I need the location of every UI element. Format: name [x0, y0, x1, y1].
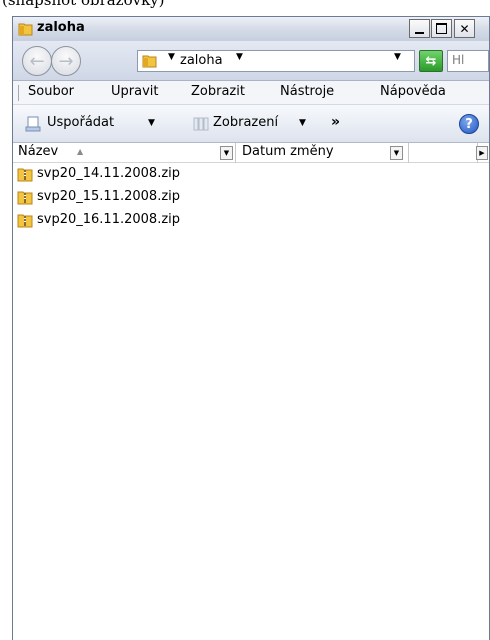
- organize-icon: [25, 116, 41, 132]
- menu-zobrazit[interactable]: Zobrazit: [191, 84, 245, 99]
- column-date-label: Datum změny: [242, 144, 334, 159]
- chevron-down-icon[interactable]: ▼: [299, 118, 306, 128]
- command-bar: Uspořádat ▼ Zobrazení ▼ » ?: [13, 105, 489, 143]
- forward-button[interactable]: →: [51, 46, 81, 76]
- explorer-window: zaloha ✕ ← → ▼ zaloha ▼ ▼ ⇆ Hl Soubor Up…: [12, 16, 490, 640]
- column-date[interactable]: Datum změny ▼: [237, 143, 409, 163]
- column-header: Název ▲ ▼ Datum změny ▼ ▶: [13, 143, 489, 163]
- file-name: svp20_14.11.2008.zip: [37, 166, 181, 181]
- refresh-button[interactable]: ⇆: [419, 50, 443, 72]
- views-icon: [193, 117, 209, 131]
- views-button[interactable]: Zobrazení: [213, 115, 278, 130]
- menu-bar: Soubor Upravit Zobrazit Nástroje Nápověd…: [13, 81, 489, 105]
- search-input[interactable]: Hl: [447, 50, 489, 72]
- organize-button[interactable]: Uspořádat: [47, 115, 114, 130]
- column-name[interactable]: Název ▲ ▼: [13, 143, 236, 163]
- column-filter-icon[interactable]: ▼: [220, 146, 233, 160]
- help-icon[interactable]: ?: [459, 114, 479, 134]
- file-list: svp20_14.11.2008.zip svp20_15.11.2008.zi…: [13, 163, 489, 640]
- column-next[interactable]: [410, 143, 478, 163]
- arrow-right-icon: →: [58, 50, 74, 72]
- help-label: ?: [465, 116, 473, 132]
- file-name: svp20_15.11.2008.zip: [37, 189, 181, 204]
- sort-ascending-icon: ▲: [77, 147, 84, 156]
- back-button[interactable]: ←: [22, 46, 52, 76]
- search-placeholder: Hl: [452, 53, 465, 67]
- column-name-label: Název: [18, 144, 59, 159]
- close-button[interactable]: ✕: [454, 19, 475, 38]
- menu-nastroje[interactable]: Nástroje: [280, 84, 334, 99]
- zip-folder-icon: [17, 168, 33, 182]
- address-dropdown-icon[interactable]: ▼: [394, 52, 401, 62]
- menu-napoveda[interactable]: Nápověda: [380, 84, 446, 99]
- zip-folder-icon: [17, 191, 33, 205]
- breadcrumb-item[interactable]: zaloha: [180, 53, 223, 68]
- folder-icon: [18, 23, 33, 36]
- window-title: zaloha: [37, 20, 85, 35]
- arrow-left-icon: ←: [29, 50, 45, 72]
- breadcrumb-chevron-icon[interactable]: ▼: [236, 52, 243, 62]
- title-bar[interactable]: zaloha ✕: [13, 17, 489, 41]
- menu-soubor[interactable]: Soubor: [28, 84, 74, 99]
- column-filter-icon[interactable]: ▼: [390, 146, 403, 160]
- caption-strip: (snapshot obrazovky): [0, 0, 490, 16]
- more-button[interactable]: »: [331, 114, 340, 130]
- menu-grip: [18, 85, 20, 101]
- address-input[interactable]: ▼ zaloha ▼ ▼: [137, 50, 415, 72]
- caption-text: (snapshot obrazovky): [2, 0, 165, 9]
- scroll-right-icon[interactable]: ▶: [476, 146, 488, 160]
- chevron-down-icon[interactable]: ▼: [148, 118, 155, 128]
- file-name: svp20_16.11.2008.zip: [37, 212, 181, 227]
- menu-upravit[interactable]: Upravit: [111, 84, 158, 99]
- address-bar: ← → ▼ zaloha ▼ ▼ ⇆ Hl: [13, 41, 489, 81]
- zip-folder-icon: [17, 214, 33, 228]
- minimize-button[interactable]: [409, 19, 430, 38]
- maximize-button[interactable]: [431, 19, 452, 38]
- folder-icon: [142, 55, 157, 68]
- refresh-icon: ⇆: [425, 53, 437, 69]
- breadcrumb-chevron-icon[interactable]: ▼: [168, 52, 175, 62]
